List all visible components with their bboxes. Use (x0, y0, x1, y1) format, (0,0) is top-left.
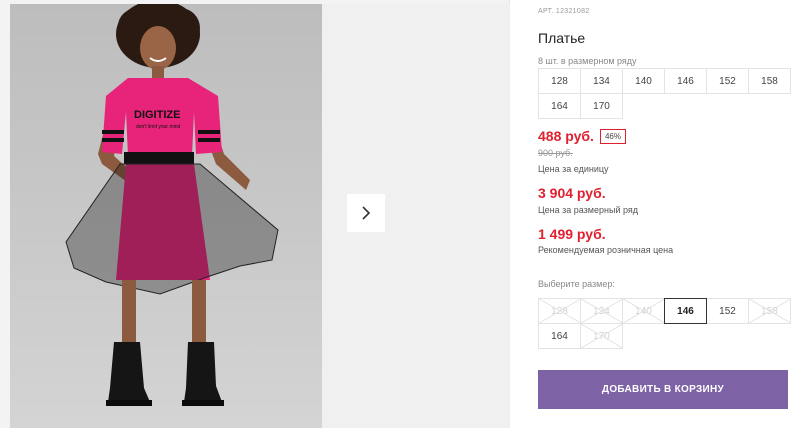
product-gallery: DIGITIZE don't limit your mind (0, 0, 510, 428)
pack-size-cell: 128 (538, 68, 581, 94)
product-photo: DIGITIZE don't limit your mind (10, 4, 322, 428)
pack-size-cell: 146 (664, 68, 707, 94)
pack-price: 3 904 руб. (538, 185, 606, 201)
size-option-140: 140 (622, 298, 665, 324)
size-selector: 128 134 140 146 152 158 164 170 (538, 298, 794, 349)
product-title: Платье (538, 30, 586, 46)
pack-sizes-grid: 128 134 140 146 152 158 164 170 (538, 68, 791, 119)
pack-size-cell: 140 (622, 68, 665, 94)
size-option-152[interactable]: 152 (706, 298, 749, 324)
size-option-170: 170 (580, 323, 623, 349)
article-number: АРТ. 12321082 (538, 8, 590, 15)
size-option-164[interactable]: 164 (538, 323, 581, 349)
chevron-right-icon (362, 206, 371, 220)
pack-size-cell: 170 (580, 93, 623, 119)
unit-price-label: Цена за единицу (538, 164, 609, 174)
unit-price: 488 руб. (538, 128, 594, 144)
pack-size-cell: 152 (706, 68, 749, 94)
size-option-134: 134 (580, 298, 623, 324)
unit-price-row: 488 руб. 46% (538, 128, 626, 144)
old-price: 900 руб. (538, 148, 573, 158)
size-option-128: 128 (538, 298, 581, 324)
add-to-cart-button[interactable]: ДОБАВИТЬ В КОРЗИНУ (538, 370, 788, 409)
choose-size-label: Выберите размер: (538, 279, 615, 289)
print-subtitle: don't limit your mind (136, 124, 181, 130)
girl-in-dress-image: DIGITIZE don't limit your mind (65, 4, 279, 406)
pack-size-cell: 158 (748, 68, 791, 94)
retail-price-label: Рекомендуемая розничная цена (538, 245, 674, 255)
discount-badge: 46% (599, 128, 626, 144)
retail-price: 1 499 руб. (538, 226, 606, 242)
pack-size-label: 8 шт. в размерном ряду (538, 56, 637, 66)
pack-size-cell: 164 (538, 93, 581, 119)
size-option-158: 158 (748, 298, 791, 324)
pack-size-cell: 134 (580, 68, 623, 94)
print-title: DIGITIZE (134, 109, 180, 121)
size-option-146[interactable]: 146 (664, 298, 707, 324)
gallery-next-button[interactable] (347, 194, 385, 232)
pack-price-label: Цена за размерный ряд (538, 205, 639, 215)
